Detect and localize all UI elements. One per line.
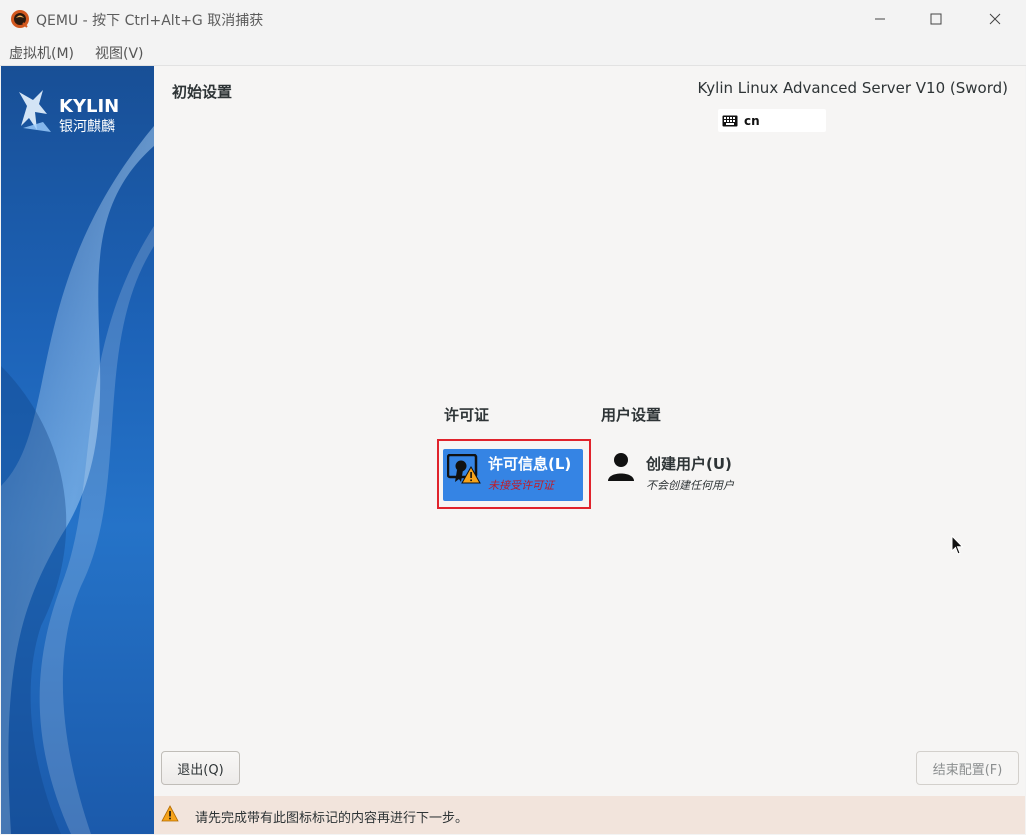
svg-text:KYLIN: KYLIN: [59, 96, 119, 117]
minimize-icon: [875, 18, 885, 20]
minimize-button[interactable]: [851, 0, 909, 38]
warning-bar: 请先完成带有此图标标记的内容再进行下一步。: [154, 796, 1025, 834]
license-info-status: 未接受许可证: [488, 479, 554, 492]
close-button[interactable]: [966, 0, 1024, 38]
svg-text:银河麒麟: 银河麒麟: [59, 119, 115, 135]
section-license-label: 许可证: [444, 406, 490, 424]
product-name: Kylin Linux Advanced Server V10 (Sword): [697, 79, 1008, 97]
license-warning-icon: [447, 454, 481, 484]
keyboard-icon: [722, 115, 738, 126]
sidebar-swirl-decoration: [1, 126, 154, 834]
user-icon: [608, 453, 634, 481]
warning-icon: [161, 805, 179, 822]
warning-message: 请先完成带有此图标标记的内容再进行下一步。: [195, 811, 469, 826]
section-user-label: 用户设置: [601, 406, 662, 424]
quit-button[interactable]: 退出(Q): [161, 751, 240, 785]
create-user-spoke[interactable]: 创建用户(U) 不会创建任何用户: [604, 449, 804, 501]
keyboard-layout-indicator[interactable]: cn: [718, 109, 826, 132]
window-titlebar[interactable]: QEMU - 按下 Ctrl+Alt+G 取消捕获: [0, 0, 1026, 38]
mouse-cursor-icon: [951, 535, 964, 555]
finish-configuration-button[interactable]: 结束配置(F): [916, 751, 1019, 785]
create-user-title: 创建用户(U): [646, 455, 732, 473]
license-info-spoke[interactable]: 许可信息(L) 未接受许可证: [443, 449, 583, 501]
maximize-button[interactable]: [907, 0, 965, 38]
menu-machine[interactable]: 虚拟机(M): [9, 43, 74, 63]
create-user-status: 不会创建任何用户: [646, 479, 734, 492]
maximize-icon: [930, 13, 942, 25]
keyboard-layout-label: cn: [744, 113, 760, 128]
window-title: QEMU - 按下 Ctrl+Alt+G 取消捕获: [36, 13, 264, 29]
close-icon: [989, 13, 1001, 25]
menu-view[interactable]: 视图(V): [95, 43, 144, 63]
kylin-logo: KYLIN 银河麒麟: [19, 90, 119, 135]
installer-sidebar: KYLIN 银河麒麟: [1, 66, 154, 834]
qemu-logo-icon: [11, 10, 29, 28]
page-title: 初始设置: [172, 83, 233, 101]
qemu-menubar: 虚拟机(M) 视图(V): [0, 38, 1026, 66]
main-content: 初始设置 Kylin Linux Advanced Server V10 (Sw…: [154, 66, 1025, 834]
guest-screen[interactable]: KYLIN 银河麒麟 初始设置 Kylin Linux Advanced Ser…: [1, 66, 1025, 834]
license-info-title: 许可信息(L): [488, 455, 572, 473]
